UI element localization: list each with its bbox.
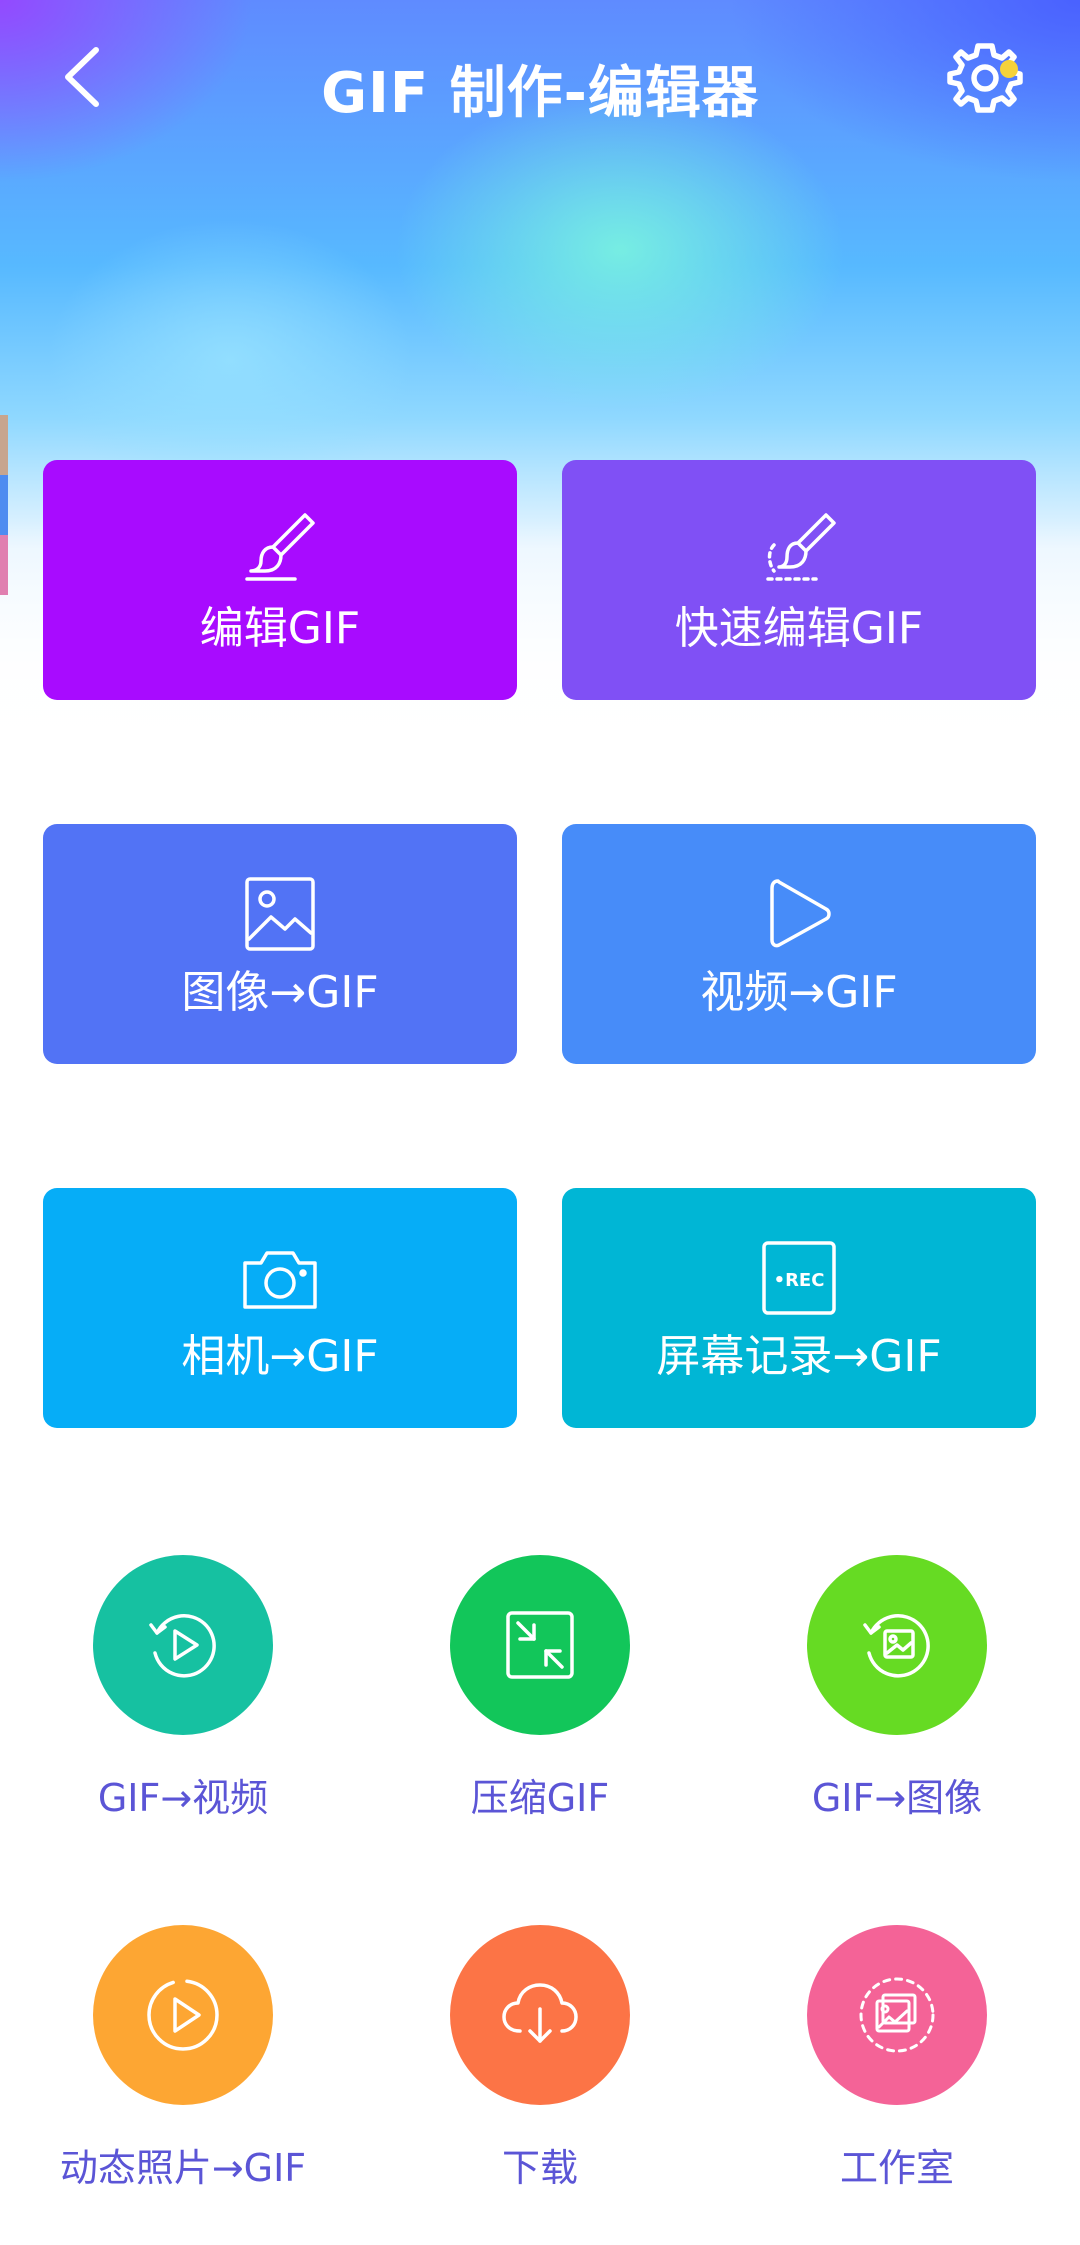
live-photo-icon [147,1979,219,2051]
gif-to-image-circle [807,1555,987,1735]
rec-icon: •REC [762,1241,836,1315]
circular-play-icon [149,1614,216,1678]
rec-icon-text: •REC [774,1270,825,1291]
circle-label: GIF→视频 [97,1776,269,1820]
cloud-download-icon [502,1983,578,2043]
compress-icon [506,1611,574,1679]
tile-screen-record-to-gif[interactable]: •REC 屏幕记录→GIF [562,1188,1036,1428]
gif-to-video-button[interactable]: GIF→视频 [33,1555,333,1855]
tile-label: 图像→GIF [181,967,379,1018]
circular-image-icon [863,1614,930,1678]
gallery-stack-icon [859,1977,935,2053]
page-title: GIF 制作-编辑器 [321,61,759,126]
download-button[interactable]: 下载 [390,1925,690,2225]
tile-label: 快速编辑GIF [674,603,924,654]
gear-icon [947,43,1023,113]
download-circle [450,1925,630,2105]
tile-label: 屏幕记录→GIF [656,1331,942,1382]
circle-label: 压缩GIF [470,1776,610,1820]
compress-gif-button[interactable]: 压缩GIF [390,1555,690,1855]
tile-label: 相机→GIF [181,1331,379,1382]
gif-to-image-button[interactable]: GIF→图像 [747,1555,1047,1855]
image-icon [245,877,315,951]
circle-label: GIF→图像 [811,1776,983,1820]
studio-circle [807,1925,987,2105]
notification-dot [1000,60,1018,78]
edge-handle[interactable] [0,415,8,475]
play-icon [770,879,831,948]
tile-video-to-gif[interactable]: 视频→GIF [562,824,1036,1064]
camera-icon [243,1251,317,1309]
edge-handle[interactable] [0,535,8,595]
tile-edit-gif[interactable]: 编辑GIF [43,460,517,700]
compress-gif-circle [450,1555,630,1735]
edge-handle[interactable] [0,475,8,535]
circle-label: 动态照片→GIF [59,2146,307,2190]
settings-button[interactable] [945,38,1025,118]
circle-label: 下载 [501,2146,578,2190]
tile-label: 视频→GIF [700,967,898,1018]
live-photo-circle [93,1925,273,2105]
live-photo-to-gif-button[interactable]: 动态照片→GIF [33,1925,333,2225]
tile-label: 编辑GIF [199,603,361,654]
top-bar: GIF 制作-编辑器 [0,20,1080,135]
tile-camera-to-gif[interactable]: 相机→GIF [43,1188,517,1428]
brush-dashed-icon [766,513,836,581]
paintbrush-icon [245,513,315,581]
studio-button[interactable]: 工作室 [747,1925,1047,2225]
tile-quick-edit-gif[interactable]: 快速编辑GIF [562,460,1036,700]
gif-to-video-circle [93,1555,273,1735]
tile-image-to-gif[interactable]: 图像→GIF [43,824,517,1064]
circle-label: 工作室 [839,2146,954,2190]
